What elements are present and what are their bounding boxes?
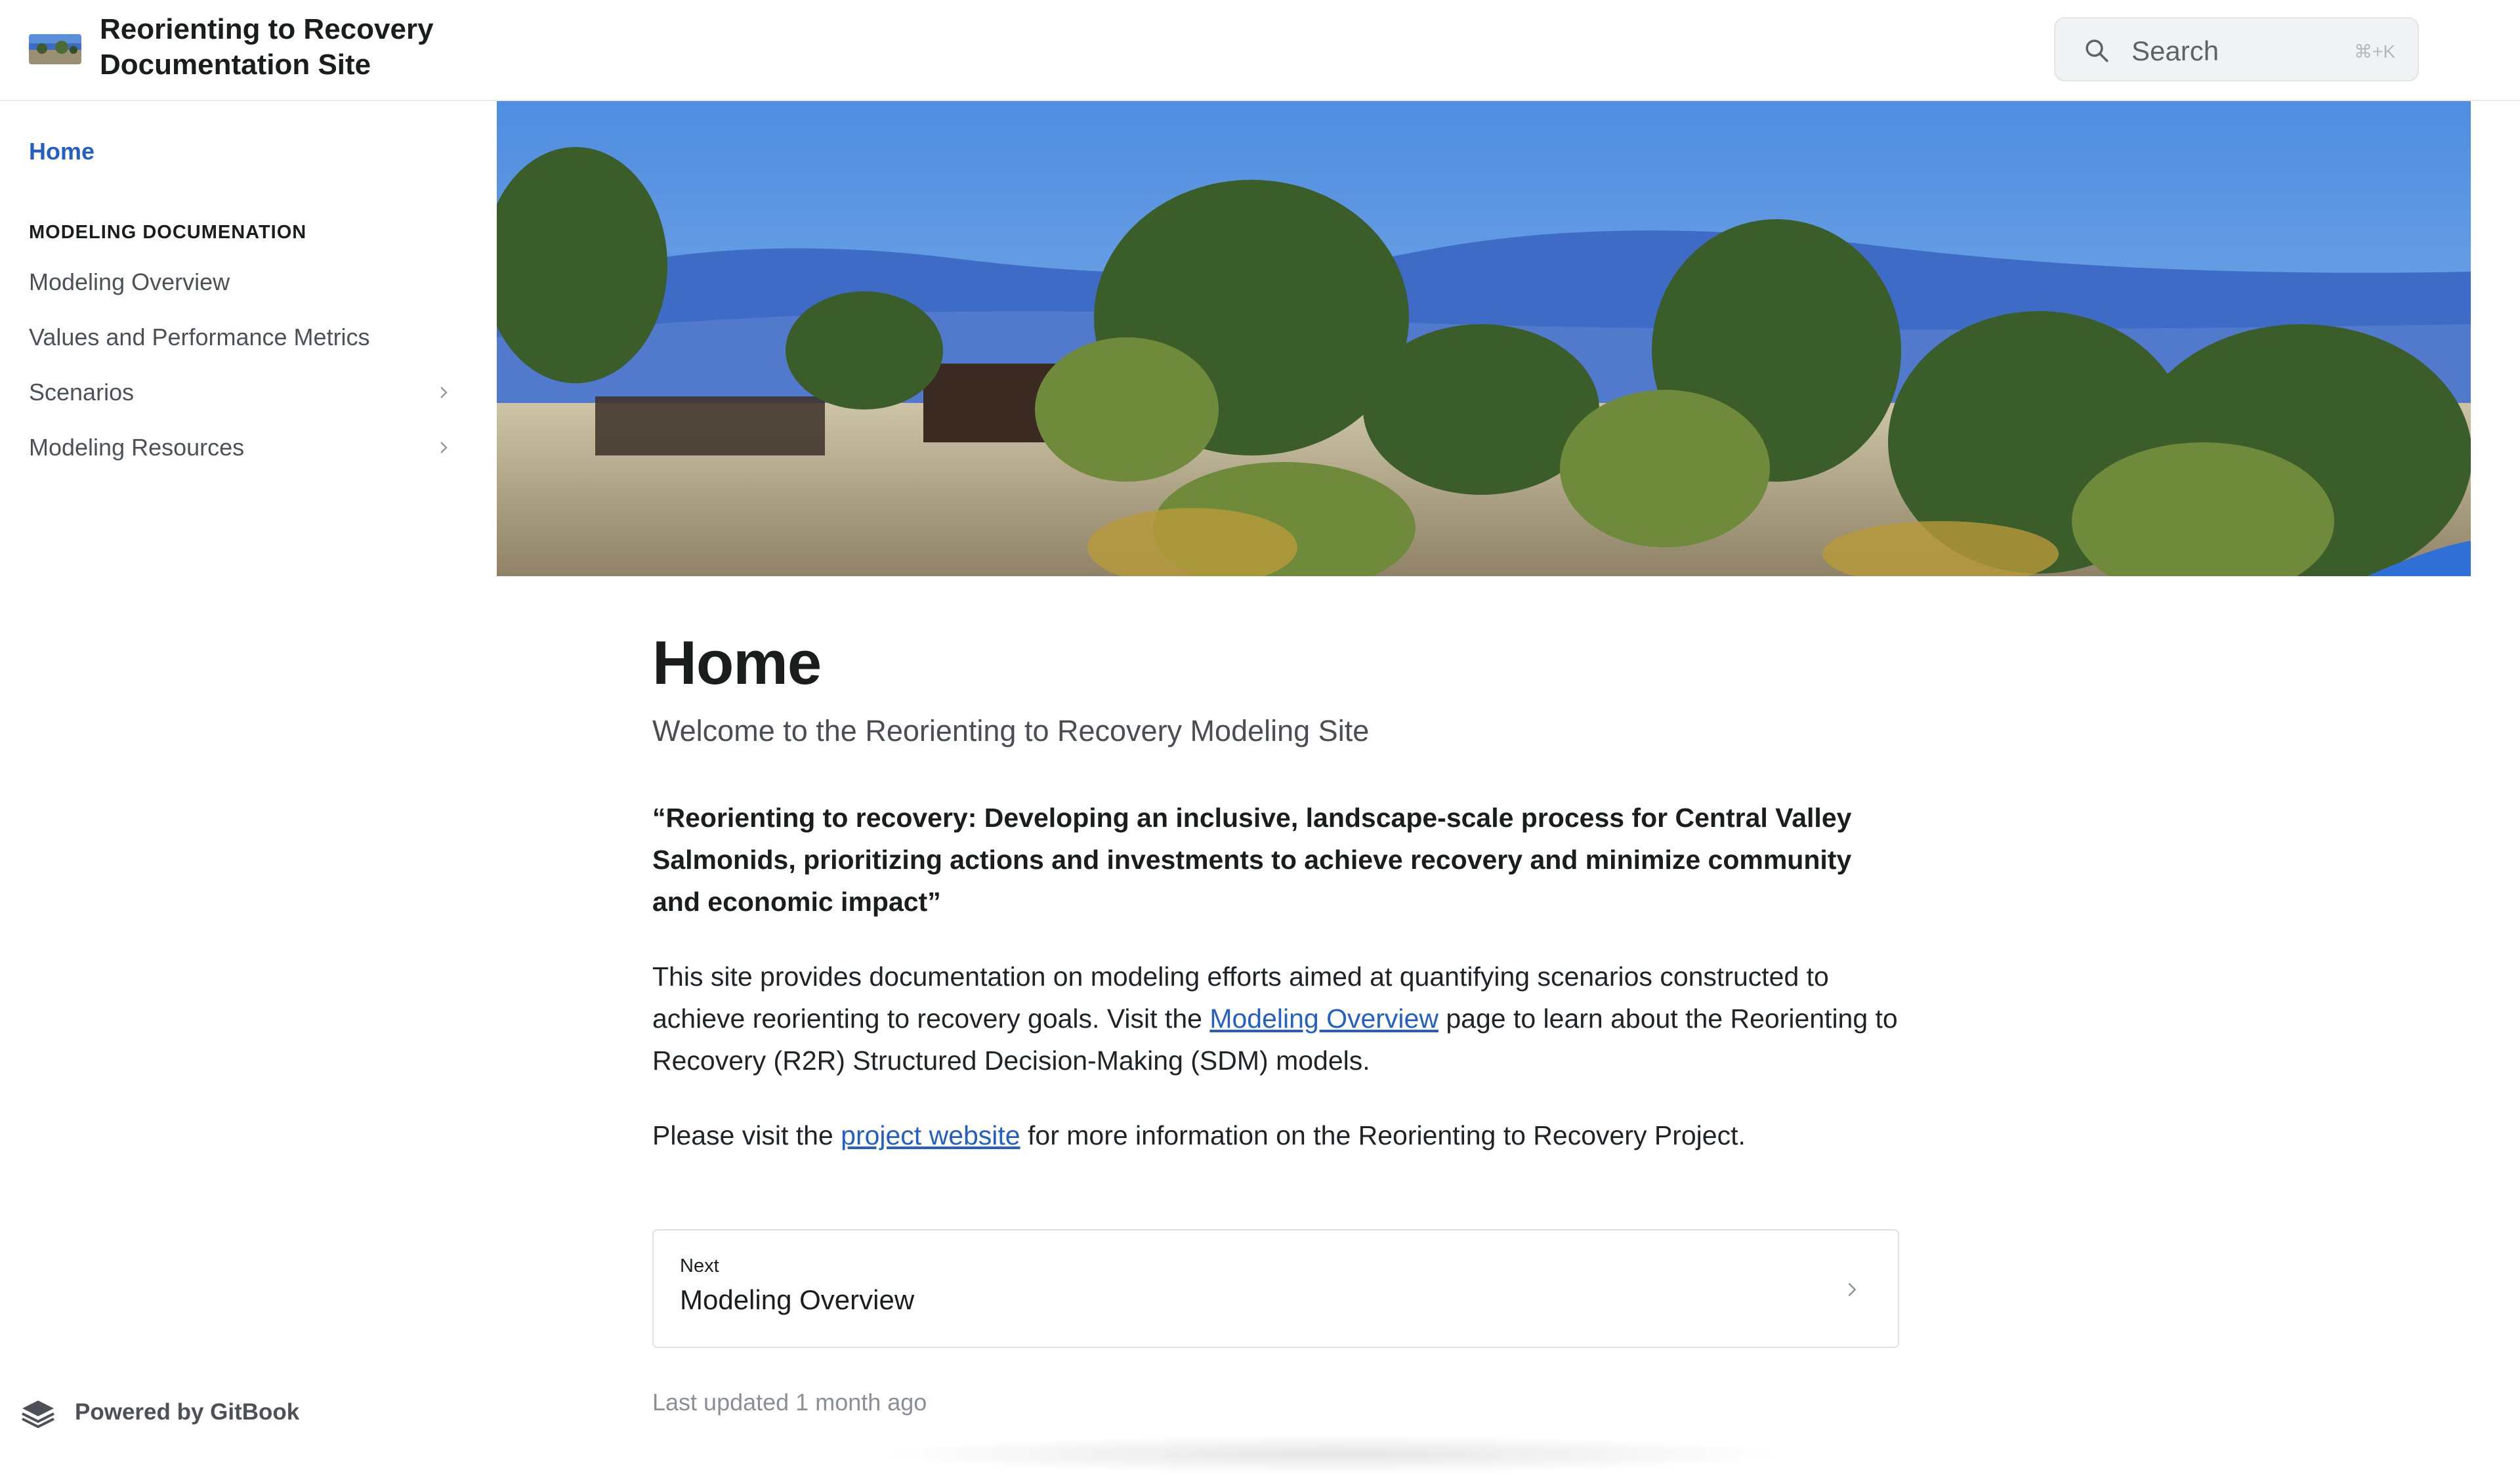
sidebar-section-title: MODELING DOCUMENATION <box>29 222 307 243</box>
search-shortcut-hint: ⌘+K <box>2353 41 2395 62</box>
chevron-right-icon <box>1848 1282 1857 1297</box>
powered-by-label: Powered by GitBook <box>75 1399 300 1425</box>
top-bar: Reorienting to Recovery Documentation Si… <box>0 0 2520 101</box>
search-placeholder: Search <box>2132 35 2219 66</box>
sidebar-item-label: Values and Performance Metrics <box>29 324 370 350</box>
intro-paragraph: This site provides documentation on mode… <box>652 956 1899 1082</box>
site-title[interactable]: Reorienting to Recovery Documentation Si… <box>100 12 507 83</box>
visit-text-start: Please visit the <box>652 1120 841 1150</box>
chevron-right-icon[interactable] <box>436 440 452 455</box>
cover-image <box>497 101 2471 576</box>
bottom-shadow <box>873 1435 1792 1474</box>
sidebar: Home MODELING DOCUMENATION Modeling Over… <box>0 101 496 1455</box>
chevron-right-icon[interactable] <box>436 385 452 400</box>
sidebar-item-modeling-resources[interactable]: Modeling Resources <box>29 428 462 467</box>
sidebar-item-modeling-overview[interactable]: Modeling Overview <box>29 263 462 302</box>
sidebar-item-values-metrics[interactable]: Values and Performance Metrics <box>29 318 462 357</box>
project-website-link[interactable]: project website <box>841 1120 1020 1150</box>
next-kicker: Next <box>680 1255 719 1276</box>
project-quote: “Reorienting to recovery: Developing an … <box>652 803 1852 917</box>
page-title: Home <box>652 628 822 697</box>
search-icon <box>2086 39 2109 62</box>
powered-by-gitbook[interactable]: Powered by GitBook <box>20 1393 299 1432</box>
sidebar-item-label: Modeling Resources <box>29 434 245 461</box>
modeling-overview-link[interactable]: Modeling Overview <box>1209 1003 1438 1034</box>
search-input[interactable]: Search ⌘+K <box>2054 17 2419 81</box>
sidebar-item-scenarios[interactable]: Scenarios <box>29 373 462 412</box>
sidebar-item-label: Scenarios <box>29 379 135 406</box>
sidebar-item-home[interactable]: Home <box>29 138 94 165</box>
gitbook-icon <box>22 1400 54 1428</box>
page-description: Welcome to the Reorienting to Recovery M… <box>652 714 1370 748</box>
last-updated: Last updated 1 month ago <box>652 1389 927 1416</box>
next-page-button[interactable]: Next Modeling Overview <box>652 1229 1899 1348</box>
next-page-title: Modeling Overview <box>680 1284 915 1315</box>
site-logo[interactable] <box>29 34 81 64</box>
sidebar-item-label: Modeling Overview <box>29 268 230 295</box>
visit-text-end: for more information on the Reorienting … <box>1020 1120 1746 1150</box>
project-website-paragraph: Please visit the project website for mor… <box>652 1114 1899 1156</box>
